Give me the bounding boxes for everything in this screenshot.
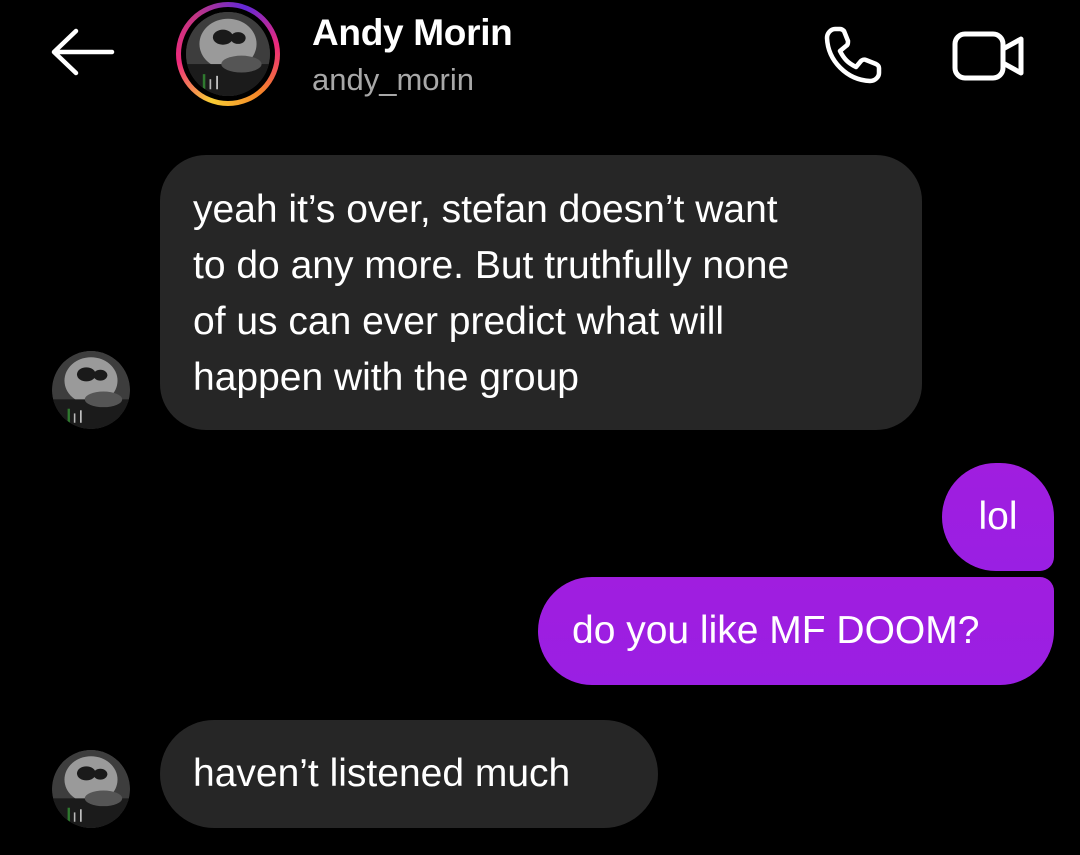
message-text: do you like MF DOOM?: [572, 609, 980, 652]
message-text: haven’t listened much: [193, 752, 571, 795]
contact-name[interactable]: Andy Morin: [312, 12, 513, 54]
back-button[interactable]: [44, 20, 120, 84]
sender-avatar[interactable]: [52, 351, 130, 429]
message-text: lol: [978, 495, 1018, 538]
sent-message-bubble[interactable]: lol: [942, 463, 1054, 571]
voice-call-button[interactable]: [816, 22, 890, 88]
sent-message-bubble[interactable]: do you like MF DOOM?: [538, 577, 1054, 685]
received-message-bubble[interactable]: haven’t listened much: [160, 720, 658, 828]
header-avatar[interactable]: [176, 2, 280, 106]
message-line: to do any more. But truthfully none: [193, 244, 790, 287]
chat-screen: Andy Morin andy_morin yeah it’s over, st…: [0, 0, 1080, 855]
sender-avatar[interactable]: [52, 750, 130, 828]
contact-handle[interactable]: andy_morin: [312, 62, 474, 98]
chat-header: Andy Morin andy_morin: [0, 0, 1080, 120]
arrow-left-icon: [51, 28, 115, 76]
profile-photo: [52, 750, 130, 828]
message-line: of us can ever predict what will: [193, 300, 725, 343]
video-call-button[interactable]: [948, 22, 1030, 88]
message-line: yeah it’s over, stefan doesn’t want: [193, 188, 778, 231]
video-camera-icon: [952, 31, 1024, 81]
profile-photo: [52, 351, 130, 429]
phone-icon: [824, 26, 882, 84]
message-line: happen with the group: [193, 356, 579, 399]
profile-photo: [186, 12, 270, 96]
received-message-bubble[interactable]: yeah it’s over, stefan doesn’t want to d…: [160, 155, 922, 430]
